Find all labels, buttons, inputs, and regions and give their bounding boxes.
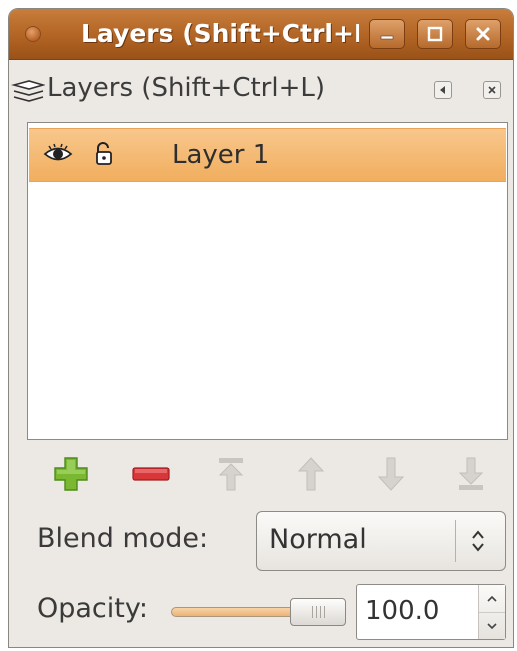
opacity-slider-handle[interactable] [290, 598, 346, 626]
maximize-button[interactable] [417, 19, 453, 49]
remove-layer-icon [132, 467, 170, 481]
window-title: Layers (Shift+Ctrl+L) [81, 19, 359, 48]
arrow-left-icon [440, 86, 445, 94]
minimize-icon [380, 35, 394, 40]
unlocked-lock-icon[interactable] [93, 141, 115, 167]
spin-down-button[interactable] [479, 612, 505, 639]
raise-layer-icon [297, 457, 325, 491]
raise-to-top-icon [218, 458, 244, 491]
opacity-label: Opacity: [37, 593, 148, 624]
blend-mode-select[interactable]: Normal [256, 511, 506, 571]
close-button[interactable] [465, 19, 501, 49]
spin-up-button[interactable] [479, 585, 505, 613]
close-panel-button[interactable] [483, 81, 501, 99]
iconify-panel-button[interactable] [434, 81, 452, 99]
close-icon [476, 27, 490, 41]
title-bar[interactable]: Layers (Shift+Ctrl+L) [9, 9, 513, 60]
layers-window: Layers (Shift+Ctrl+L) Layers (Shift+Ctrl… [8, 8, 514, 648]
chevron-down-icon [487, 622, 497, 629]
add-layer-button[interactable] [47, 449, 95, 499]
chevron-up-down-icon [472, 530, 484, 552]
opacity-spin-field[interactable]: 100.0 [356, 584, 506, 640]
close-icon [488, 86, 496, 94]
lower-to-bottom-icon [458, 457, 484, 490]
chevron-up-icon [487, 595, 497, 602]
window-menu-icon[interactable] [25, 26, 41, 42]
select-divider [455, 520, 456, 562]
lower-to-bottom-button[interactable] [447, 449, 495, 499]
lower-layer-button[interactable] [367, 449, 415, 499]
blend-mode-label: Blend mode: [37, 523, 209, 554]
layer-name: Layer 1 [172, 140, 270, 170]
layer-row[interactable]: Layer 1 [29, 128, 506, 182]
eye-icon[interactable] [43, 143, 73, 165]
opacity-value[interactable]: 100.0 [365, 596, 439, 626]
blend-mode-value: Normal [269, 524, 367, 555]
remove-layer-button[interactable] [127, 449, 175, 499]
lower-layer-icon [377, 457, 405, 491]
raise-to-top-button[interactable] [207, 449, 255, 499]
panel-title: Layers (Shift+Ctrl+L) [47, 73, 326, 103]
add-layer-icon [54, 457, 88, 491]
maximize-icon [427, 26, 443, 42]
layer-toolbar [9, 449, 513, 501]
spin-buttons [478, 585, 505, 639]
dock-panel-header: Layers (Shift+Ctrl+L) [9, 59, 513, 117]
minimize-button[interactable] [369, 19, 405, 49]
layers-icon [11, 80, 45, 102]
layer-list[interactable]: Layer 1 [27, 122, 508, 440]
raise-layer-button[interactable] [287, 449, 335, 499]
